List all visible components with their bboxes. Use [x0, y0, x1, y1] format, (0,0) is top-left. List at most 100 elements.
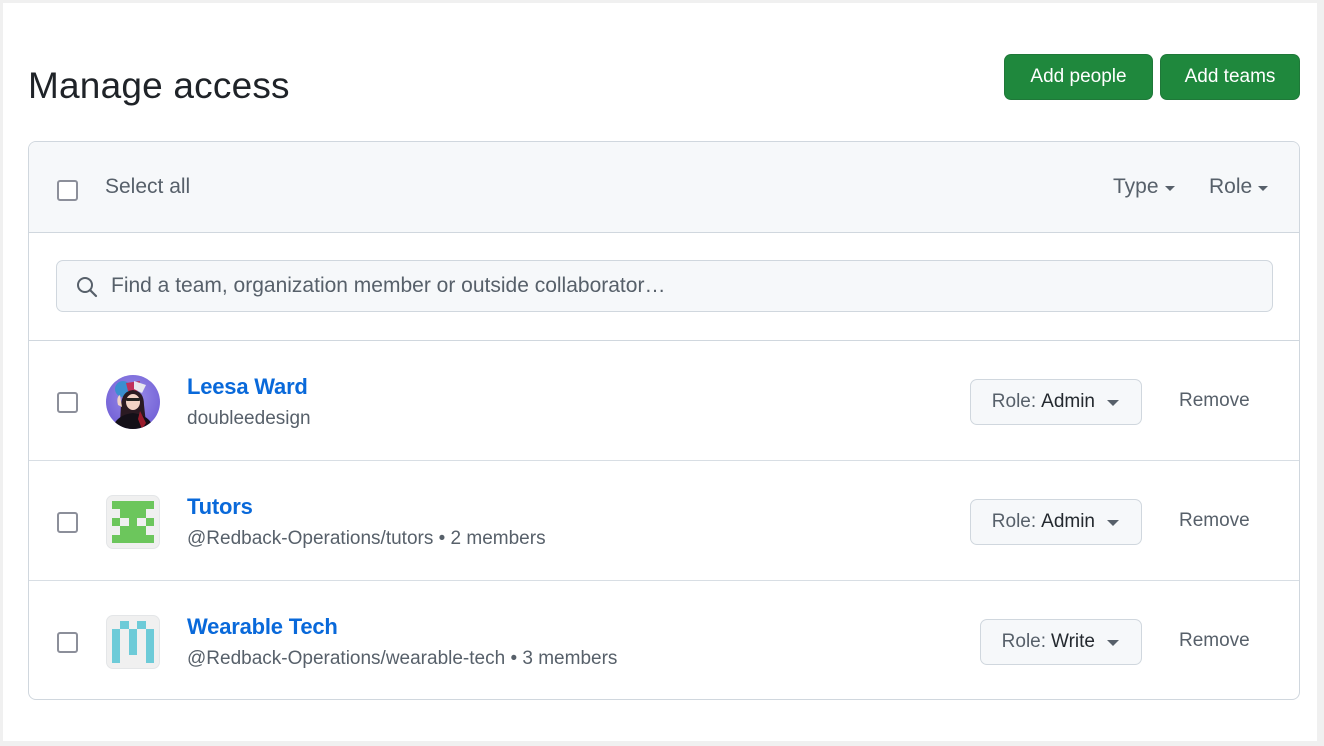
identicon-cell	[112, 517, 121, 527]
role-prefix: Role:	[1001, 631, 1047, 652]
identicon-cell	[145, 646, 154, 655]
avatar	[106, 495, 160, 549]
role-value: Admin	[1041, 391, 1095, 412]
remove-button[interactable]: Remove	[1179, 390, 1250, 412]
identicon-cell	[137, 655, 145, 663]
identicon-cell	[137, 629, 145, 637]
identicon-cell	[137, 646, 145, 654]
team-handle: @Redback-Operations/tutors • 2 members	[187, 528, 546, 549]
role-filter-dropdown[interactable]: Role	[1209, 175, 1269, 199]
identicon-cell	[112, 637, 121, 647]
identicon-cell	[112, 646, 121, 655]
identicon-cell	[145, 517, 154, 527]
role-value: Admin	[1041, 511, 1095, 532]
identicon-cell	[137, 638, 145, 646]
page-title: Manage access	[28, 65, 290, 106]
type-filter-label: Type	[1113, 175, 1159, 198]
member-name-link[interactable]: Leesa Ward	[187, 374, 308, 400]
identicon-cell	[128, 526, 138, 535]
row-checkbox[interactable]	[57, 392, 78, 413]
search-icon	[77, 277, 98, 298]
caret-down-icon	[1258, 185, 1269, 191]
identicon-cell	[120, 501, 129, 510]
identicon-cell	[112, 534, 121, 543]
manage-access-page: Manage access Add people Add teams Selec…	[3, 3, 1317, 741]
identicon-cell	[112, 629, 121, 638]
list-item: Tutors @Redback-Operations/tutors • 2 me…	[29, 462, 1299, 581]
remove-button[interactable]: Remove	[1179, 630, 1250, 652]
identicon-cell	[137, 534, 146, 543]
identicon-cell	[137, 526, 146, 535]
identicon-cell	[137, 518, 145, 526]
search-input[interactable]	[111, 261, 1261, 311]
type-filter-dropdown[interactable]: Type	[1113, 175, 1175, 199]
team-handle: @Redback-Operations/wearable-tech • 3 me…	[187, 648, 618, 669]
role-dropdown[interactable]: Role: Write	[979, 619, 1142, 665]
identicon-cell	[146, 621, 154, 629]
identicon-cell	[120, 509, 129, 518]
role-dropdown[interactable]: Role: Admin	[969, 379, 1142, 425]
identicon-cell	[128, 637, 138, 647]
avatar	[106, 615, 160, 669]
select-all-label: Select all	[105, 175, 191, 198]
add-people-button[interactable]: Add people	[1004, 54, 1153, 100]
list-item: Wearable Tech @Redback-Operations/wearab…	[29, 582, 1299, 699]
identicon-cell	[129, 621, 137, 629]
identicon-cell	[129, 655, 137, 663]
search-section	[29, 233, 1299, 341]
identicon-cell	[145, 654, 154, 663]
search-field[interactable]	[56, 260, 1273, 312]
row-checkbox[interactable]	[57, 512, 78, 533]
caret-down-icon	[1107, 520, 1119, 526]
caret-down-icon	[1107, 400, 1119, 406]
team-name-link[interactable]: Wearable Tech	[187, 614, 338, 640]
identicon-cell	[145, 534, 154, 543]
caret-down-icon	[1107, 640, 1119, 646]
identicon-cell	[112, 526, 120, 534]
list-item: Leesa Ward doubleedesign Role: Admin Rem…	[29, 342, 1299, 461]
caret-down-icon	[1164, 185, 1175, 191]
identicon-cell	[112, 501, 121, 510]
remove-button[interactable]: Remove	[1179, 510, 1250, 532]
team-identicon-icon	[112, 501, 154, 543]
list-header: Select all Type Role	[29, 142, 1299, 233]
identicon-cell	[128, 646, 138, 655]
identicon-cell	[120, 629, 128, 637]
identicon-cell	[120, 526, 129, 535]
role-prefix: Role:	[991, 391, 1037, 412]
avatar	[106, 375, 160, 429]
identicon-cell	[145, 501, 154, 510]
row-checkbox[interactable]	[57, 632, 78, 653]
identicon-cell	[137, 501, 146, 510]
identicon-cell	[137, 509, 146, 518]
role-filter-label: Role	[1209, 175, 1253, 198]
member-username: doubleedesign	[187, 408, 311, 429]
identicon-cell	[128, 629, 138, 638]
identicon-cell	[120, 638, 128, 646]
add-teams-button[interactable]: Add teams	[1160, 54, 1300, 100]
identicon-cell	[112, 654, 121, 663]
identicon-cell	[128, 509, 138, 518]
identicon-cell	[146, 509, 154, 517]
identicon-cell	[112, 509, 120, 517]
access-list-box: Select all Type Role Find a team, organi…	[28, 141, 1300, 700]
identicon-cell	[145, 629, 154, 638]
identicon-cell	[145, 637, 154, 647]
select-all-checkbox[interactable]	[57, 180, 78, 201]
role-dropdown[interactable]: Role: Admin	[969, 499, 1142, 545]
identicon-cell	[128, 534, 138, 543]
identicon-cell	[120, 621, 129, 630]
role-value: Write	[1051, 631, 1095, 652]
identicon-cell	[137, 621, 146, 630]
team-identicon-icon	[112, 621, 154, 663]
identicon-cell	[120, 534, 129, 543]
identicon-cell	[146, 526, 154, 534]
role-prefix: Role:	[991, 511, 1037, 532]
team-name-link[interactable]: Tutors	[187, 494, 253, 520]
identicon-cell	[120, 655, 128, 663]
identicon-cell	[112, 621, 120, 629]
identicon-cell	[120, 518, 128, 526]
identicon-cell	[120, 646, 128, 654]
identicon-cell	[128, 501, 138, 510]
user-photo-icon	[106, 375, 160, 429]
